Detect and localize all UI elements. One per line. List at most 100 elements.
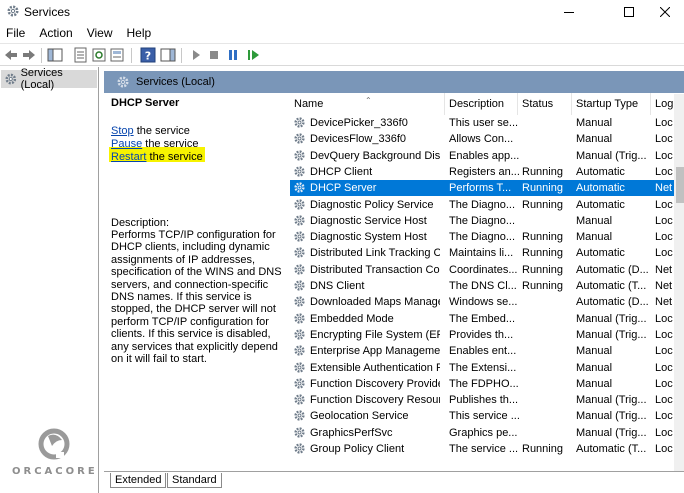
service-name: DHCP Client	[310, 165, 373, 178]
service-name: Diagnostic Service Host	[310, 214, 427, 227]
tab-extended[interactable]: Extended	[110, 473, 167, 488]
column-header-startup-type[interactable]: Startup Type	[572, 93, 651, 115]
menu-bar: File Action View Help	[0, 24, 684, 43]
action-restart: Restart the service	[111, 151, 203, 163]
service-row[interactable]: DevicePicker_336f0 This user se... Manual L…	[290, 115, 684, 131]
service-gear-icon	[294, 410, 305, 421]
menu-action[interactable]: Action	[32, 24, 79, 43]
forward-arrow-icon[interactable]	[21, 47, 37, 63]
action-restart-text: the service	[146, 151, 203, 163]
service-description-cell: The Embed...	[449, 312, 516, 325]
tab-standard[interactable]: Standard	[167, 473, 222, 488]
service-row[interactable]: Extensible Authentication P... The Extens…	[290, 360, 684, 376]
toolbar-separator	[131, 48, 132, 63]
service-row[interactable]: Diagnostic System Host The Diagno... Runni…	[290, 229, 684, 245]
column-header-name[interactable]: ⌃ Name	[290, 93, 445, 115]
menu-view[interactable]: View	[80, 24, 120, 43]
service-row[interactable]: Function Discovery Provide... The FDPHO..…	[290, 376, 684, 392]
service-gear-icon	[294, 443, 305, 454]
service-row[interactable]: Distributed Link Tracking Cl... Maintains…	[290, 245, 684, 261]
toolbar-separator	[41, 48, 42, 63]
start-service-icon[interactable]	[188, 47, 204, 63]
service-gear-icon	[294, 312, 305, 324]
stop-service-icon[interactable]	[206, 47, 222, 63]
service-status	[522, 408, 572, 424]
service-row[interactable]: DevicesFlow_336f0 Allows Con... Manual Loc	[290, 131, 684, 147]
service-row[interactable]: Function Discovery Resourc... Publishes t…	[290, 392, 684, 408]
toolbar: ?	[0, 43, 684, 66]
restart-link[interactable]: Restart	[111, 151, 146, 163]
menu-help[interactable]: Help	[120, 24, 159, 43]
service-row[interactable]: Downloaded Maps Manager Windows se... Auto…	[290, 294, 684, 310]
service-status	[522, 327, 572, 343]
watermark-text: ORCACORE	[12, 466, 98, 477]
selected-service-name: DHCP Server	[111, 97, 180, 109]
pane-header-title: Services (Local)	[136, 76, 215, 88]
column-header-status[interactable]: Status	[518, 93, 572, 115]
service-name: Group Policy Client	[310, 443, 405, 455]
properties-icon[interactable]	[73, 47, 89, 63]
stop-link[interactable]: Stop	[111, 125, 134, 137]
refresh-icon[interactable]	[91, 47, 107, 63]
show-hide-console-tree-icon[interactable]	[47, 47, 63, 63]
service-row[interactable]: DHCP Client Registers an... Running Automat…	[290, 164, 684, 180]
service-status	[522, 131, 572, 147]
column-header-description[interactable]: Description	[445, 93, 518, 115]
service-row[interactable]: Diagnostic Policy Service The Diagno... Ru…	[290, 197, 684, 213]
service-gear-icon	[294, 231, 305, 242]
service-status: Running	[522, 443, 563, 455]
service-status: Running	[522, 182, 563, 195]
scrollbar-thumb[interactable]	[676, 167, 684, 203]
service-row[interactable]: Enterprise App Managemen... Enables ent..…	[290, 343, 684, 359]
service-description-cell: Coordinates...	[449, 263, 518, 276]
services-list: ⌃ Name Description Status Startup Type L…	[290, 93, 684, 471]
service-status	[522, 311, 572, 327]
service-status: Running	[522, 165, 563, 178]
vertical-scrollbar[interactable]	[674, 94, 684, 471]
service-row[interactable]: DNS Client The DNS Cl... Running Automatic …	[290, 278, 684, 294]
gear-icon	[5, 73, 17, 85]
close-icon	[660, 7, 670, 17]
service-status: Running	[522, 198, 563, 211]
back-arrow-icon[interactable]	[3, 47, 19, 63]
minimize-icon	[564, 12, 574, 13]
action-pane-icon[interactable]	[160, 47, 176, 63]
service-startup-type: Automatic	[576, 182, 625, 195]
service-status	[522, 360, 572, 376]
minimize-button[interactable]	[546, 0, 592, 24]
service-row[interactable]: Geolocation Service This service ... Manua…	[290, 408, 684, 424]
service-row[interactable]: Encrypting File System (EFS) Provides th.…	[290, 327, 684, 343]
service-startup-type: Manual	[576, 345, 613, 358]
action-stop: Stop the service	[111, 125, 190, 137]
service-row[interactable]: Embedded Mode The Embed... Manual (Trig...…	[290, 311, 684, 327]
help-icon[interactable]: ?	[140, 47, 156, 63]
action-pause-text: the service	[142, 138, 199, 150]
service-description-cell: The Extensi...	[449, 361, 517, 374]
service-gear-icon	[294, 133, 305, 144]
service-row[interactable]: Diagnostic Service Host The Diagno... Manu…	[290, 213, 684, 229]
service-status	[522, 148, 572, 164]
tree-item-label: Services (Local)	[20, 67, 63, 91]
tree-item-services-local[interactable]: Services (Local)	[1, 67, 97, 91]
service-row[interactable]: DHCP Server Performs T... Running Automatic…	[290, 180, 684, 197]
service-startup-type: Manual	[576, 214, 613, 227]
service-row[interactable]: DevQuery Background Disc... Enables app..…	[290, 148, 684, 164]
service-row[interactable]: GraphicsPerfSvc Graphics pe... Manual (Tri…	[290, 425, 684, 441]
pause-service-icon[interactable]	[225, 47, 241, 63]
service-gear-icon	[294, 166, 305, 177]
close-button[interactable]	[642, 0, 684, 24]
export-list-icon[interactable]	[109, 47, 125, 63]
service-gear-icon	[294, 345, 305, 356]
service-row[interactable]: Distributed Transaction Coo... Coordinate…	[290, 262, 684, 278]
menu-file[interactable]: File	[0, 24, 32, 43]
restart-service-icon[interactable]	[245, 47, 261, 63]
service-gear-icon	[294, 198, 305, 210]
service-name: Diagnostic System Host	[310, 231, 427, 244]
pause-link[interactable]: Pause	[111, 138, 142, 150]
service-description-cell: The Diagno...	[449, 214, 516, 227]
service-row[interactable]: Group Policy Client The service ... Runnin…	[290, 441, 684, 457]
service-status	[522, 115, 572, 131]
service-gear-icon	[294, 182, 305, 193]
maximize-icon	[624, 7, 634, 17]
service-status	[522, 213, 572, 229]
